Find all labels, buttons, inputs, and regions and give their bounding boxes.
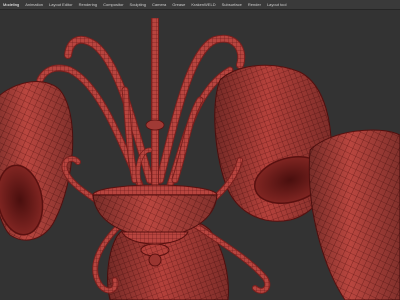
menu-item-subsurface[interactable]: Subsurface (219, 0, 245, 9)
chandelier-model (0, 10, 400, 300)
top-menubar: Modeling Animation Layout Editor Rendering C… (0, 0, 400, 10)
stem-ring (145, 119, 165, 131)
menu-item-layout-tool[interactable]: Layout tool (264, 0, 290, 9)
menu-item-sculpting[interactable]: Sculpting (127, 0, 149, 9)
menu-item-compositor[interactable]: Compositor (100, 0, 126, 9)
menu-item-modeling[interactable]: Modeling (0, 0, 22, 9)
app-window: Modeling Animation Layout Editor Rendering C… (0, 0, 400, 300)
menu-item-camera[interactable]: Camera (149, 0, 169, 9)
menu-item-animation[interactable]: Animation (22, 0, 46, 9)
menu-item-rendering[interactable]: Rendering (76, 0, 100, 9)
menu-item-krakenweld[interactable]: KrakenWELD (188, 0, 218, 9)
3d-viewport[interactable] (0, 10, 400, 300)
bowl-finial (148, 253, 162, 267)
menu-item-render[interactable]: Render (245, 0, 264, 9)
menu-item-layout-editor[interactable]: Layout Editor (46, 0, 76, 9)
menu-item-grease[interactable]: Grease (169, 0, 188, 9)
